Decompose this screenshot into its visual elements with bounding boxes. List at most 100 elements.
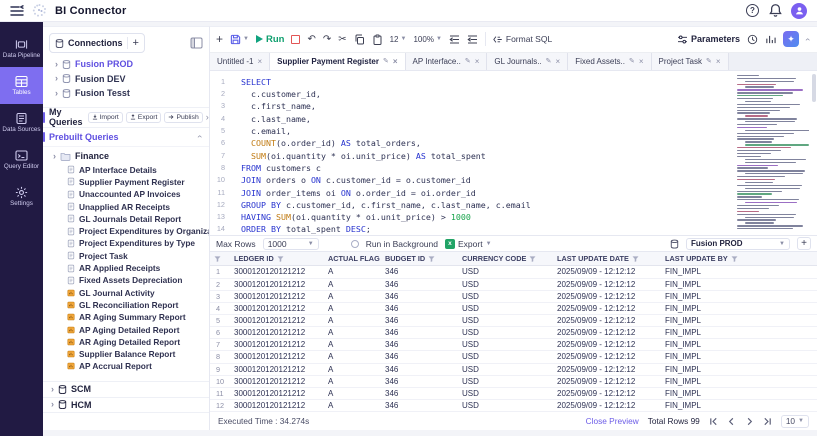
copy-icon[interactable] xyxy=(354,34,365,45)
save-icon[interactable]: ▼ xyxy=(230,34,249,45)
history-clock-icon[interactable] xyxy=(747,34,758,45)
close-tab-icon[interactable]: × xyxy=(475,57,480,66)
column-header[interactable]: LAST UPDATE DATE xyxy=(553,254,661,263)
export-button[interactable]: Export xyxy=(125,111,162,123)
code-line[interactable]: GROUP BY c.customer_id, c.first_name, c.… xyxy=(241,199,817,211)
help-icon[interactable]: ? xyxy=(745,3,760,18)
new-query-icon[interactable]: + xyxy=(216,32,223,46)
table-row[interactable]: 9 3000120120121212 A 346 USD 2025/09/09 - 12:… xyxy=(210,364,817,376)
close-tab-icon[interactable]: × xyxy=(257,57,262,66)
code-line[interactable]: c.first_name, xyxy=(241,100,817,112)
query-tree-item[interactable]: Fixed Assets Depreciation xyxy=(43,274,209,286)
edit-tab-icon[interactable]: ✎ xyxy=(706,57,712,65)
query-tree-item[interactable]: GL Reconciliation Report xyxy=(43,299,209,311)
column-header[interactable]: LAST UPDATE BY xyxy=(661,254,817,263)
sidebar-item-tables[interactable]: Tables xyxy=(0,67,43,104)
editor-tab[interactable]: Fixed Assets.. ✎ × xyxy=(568,52,652,70)
connection-item[interactable]: › Fusion PROD xyxy=(43,57,209,72)
code-line[interactable]: JOIN order_items oi ON o.order_id = oi.o… xyxy=(241,187,817,199)
format-sql-button[interactable]: Format SQL xyxy=(493,34,552,44)
collapse-menu-icon[interactable] xyxy=(10,4,24,17)
table-row[interactable]: 7 3000120120121212 A 346 USD 2025/09/09 - 12:… xyxy=(210,339,817,352)
query-tree-item[interactable]: Unaccounted AP Invoices xyxy=(43,188,209,200)
query-tree-item[interactable]: Supplier Balance Report xyxy=(43,348,209,360)
query-tree-item[interactable]: AP Interface Details xyxy=(43,164,209,176)
table-row[interactable]: 5 3000120120121212 A 346 USD 2025/09/09 - 12:… xyxy=(210,315,817,328)
panel-resize-handle[interactable]: ⋮ xyxy=(205,230,212,237)
table-row[interactable]: 2 3000120120121212 A 346 USD 2025/09/09 - 12:… xyxy=(210,279,817,291)
notifications-bell-icon[interactable] xyxy=(768,3,783,18)
editor-tab[interactable]: Project Task ✎ × xyxy=(651,52,729,70)
collapse-panel-icon[interactable] xyxy=(190,37,203,49)
sql-editor[interactable]: 1 2 3 4 5 6 7 8 10 11 12 13 14 SELECT c.customer_id,… xyxy=(210,71,817,237)
publish-button[interactable]: Publish xyxy=(164,111,203,123)
code-line[interactable]: SUM(oi.quantity * oi.unit_price) AS tota… xyxy=(241,150,817,162)
sidebar-item-query-editor[interactable]: Query Editor xyxy=(0,141,43,178)
code-line[interactable]: ORDER BY total_spent DESC; xyxy=(241,223,817,235)
chevron-down-icon[interactable]: ▼ xyxy=(243,36,249,42)
stop-button[interactable] xyxy=(291,34,301,44)
redo-icon[interactable]: ↷ xyxy=(323,34,331,45)
query-tree-item[interactable]: Unapplied AR Receipts xyxy=(43,200,209,212)
chevron-up-icon[interactable]: › xyxy=(194,135,204,138)
add-connection-button[interactable]: + xyxy=(126,37,139,49)
run-button[interactable]: Run xyxy=(255,34,284,45)
sidebar-item-data-pipeline[interactable]: Data Pipeline xyxy=(0,30,43,67)
first-page-button[interactable] xyxy=(709,417,718,426)
close-tab-icon[interactable]: × xyxy=(639,57,644,66)
zoom-select[interactable]: 100% ▼ xyxy=(413,35,441,44)
query-tree-item[interactable]: AR Applied Receipts xyxy=(43,262,209,274)
table-row[interactable]: 3 3000120120121212 A 346 USD 2025/09/09 - 12:… xyxy=(210,291,817,303)
chart-view-icon[interactable] xyxy=(765,34,776,45)
query-tree-item[interactable]: AR Aging Detailed Report xyxy=(43,336,209,348)
query-tree-item[interactable]: AP Aging Detailed Report xyxy=(43,323,209,335)
result-connection-select[interactable]: Fusion PROD ▼ xyxy=(686,237,790,250)
import-button[interactable]: Import xyxy=(87,111,123,123)
code-line[interactable]: FROM customers c xyxy=(241,162,817,174)
query-tree-item[interactable]: GL Journals Detail Report xyxy=(43,213,209,225)
code-line[interactable]: HAVING SUM(oi.quantity * oi.unit_price) … xyxy=(241,211,817,223)
editor-tab[interactable]: Supplier Payment Register ✎ × xyxy=(270,52,406,70)
edit-tab-icon[interactable]: ✎ xyxy=(465,57,471,65)
query-tree-item[interactable]: GL Journal Activity xyxy=(43,286,209,298)
table-row[interactable]: 4 3000120120121212 A 346 USD 2025/09/09 - 12:… xyxy=(210,303,817,315)
parameters-button[interactable]: Parameters xyxy=(677,34,740,44)
connections-box[interactable]: Connections + xyxy=(49,33,145,53)
user-avatar[interactable] xyxy=(791,2,807,19)
prev-page-button[interactable] xyxy=(727,417,736,426)
cut-icon[interactable]: ✂ xyxy=(338,34,346,45)
sidebar-item-data-sources[interactable]: Data Sources xyxy=(0,104,43,141)
chevron-right-icon[interactable]: › xyxy=(206,112,209,122)
connection-item[interactable]: › Fusion DEV xyxy=(43,72,209,87)
editor-tab[interactable]: AP Interface.. ✎ × xyxy=(405,52,488,70)
edit-tab-icon[interactable]: ✎ xyxy=(629,57,635,65)
code-line[interactable]: JOIN orders o ON c.customer_id = o.custo… xyxy=(241,174,817,186)
column-header[interactable]: LEDGER ID xyxy=(230,254,324,263)
export-button[interactable]: x Export ▼ xyxy=(444,238,492,249)
editor-minimap[interactable] xyxy=(737,74,809,231)
prebuilt-queries-bar[interactable]: Prebuilt Queries › xyxy=(43,128,209,147)
connection-item[interactable]: › Fusion Tesst xyxy=(43,86,209,101)
close-preview-link[interactable]: Close Preview xyxy=(586,416,639,426)
code-line[interactable]: c.customer_id, xyxy=(241,88,817,100)
editor-tab[interactable]: Untitled -1 × xyxy=(210,52,271,70)
sidebar-item-settings[interactable]: Settings xyxy=(0,178,43,215)
query-tree-item[interactable]: Project Expenditures by Organization xyxy=(43,225,209,237)
next-page-button[interactable] xyxy=(745,417,754,426)
query-tree-item[interactable]: AR Aging Summary Report xyxy=(43,311,209,323)
indent-increase-icon[interactable] xyxy=(467,34,478,45)
code-line[interactable]: SELECT xyxy=(241,76,817,88)
sql-code[interactable]: SELECT c.customer_id, c.first_name, c.la… xyxy=(228,71,817,236)
run-in-background-radio[interactable] xyxy=(350,239,359,248)
folder-hcm[interactable]: › HCM xyxy=(43,396,209,413)
add-result-tab-button[interactable]: + xyxy=(797,237,811,251)
code-line[interactable]: c.last_name, xyxy=(241,113,817,125)
font-size-select[interactable]: 12 ▼ xyxy=(390,35,407,44)
column-header[interactable]: BUDGET ID xyxy=(381,254,458,263)
table-row[interactable]: 10 3000120120121212 A 346 USD 2025/09/09 - 12… xyxy=(210,376,817,388)
code-line[interactable]: c.email, xyxy=(241,125,817,137)
query-tree-item[interactable]: Project Expenditures by Type xyxy=(43,237,209,249)
editor-tab[interactable]: GL Journals.. ✎ × xyxy=(487,52,569,70)
table-row[interactable]: 1 3000120120121212 A 346 USD 2025/09/09 - 12:… xyxy=(210,266,817,279)
column-header[interactable]: ACTUAL FLAG xyxy=(324,254,381,263)
